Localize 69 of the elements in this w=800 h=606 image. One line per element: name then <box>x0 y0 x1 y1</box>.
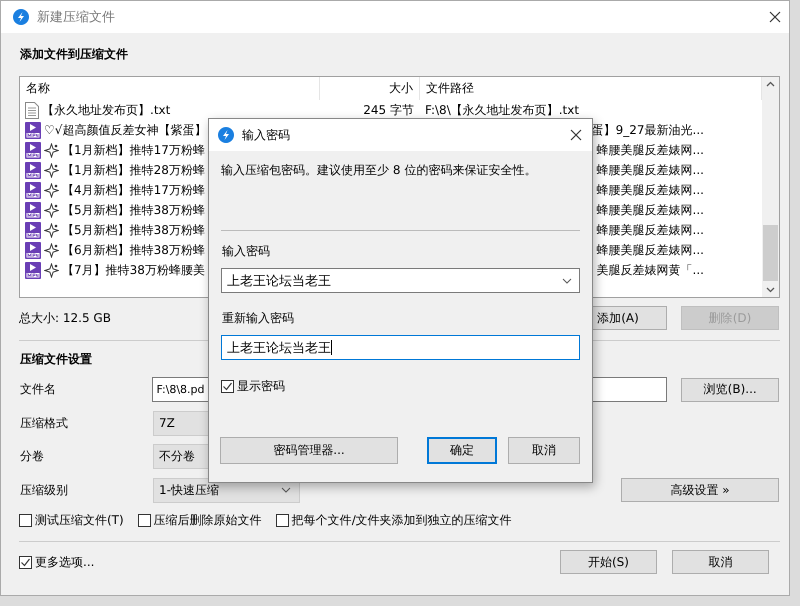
cancel-button[interactable]: 取消 <box>508 437 580 464</box>
field-label: 压缩级别 <box>19 482 69 498</box>
checkbox[interactable] <box>221 380 234 392</box>
close-icon[interactable] <box>570 129 582 141</box>
advanced-settings-button[interactable]: 高级设置 » <box>621 478 779 502</box>
file-name: 【7月】推特38万粉蜂腰美 <box>62 262 205 278</box>
checkbox-label: 测试压缩文件(T) <box>35 512 124 528</box>
window-title: 新建压缩文件 <box>37 9 115 26</box>
file-name: ♡√超高颜值反差女神【紫蛋】 <box>44 122 206 138</box>
file-path: 蜂腰美腿反差婊网... <box>596 202 704 218</box>
checkbox[interactable] <box>19 514 32 526</box>
file-name: 【5月新档】推特38万粉蜂 <box>62 222 205 238</box>
video-file-icon <box>25 142 41 158</box>
video-file-icon <box>25 162 41 178</box>
checkbox[interactable] <box>19 556 32 568</box>
file-path: 蜂腰美腿反差婊网... <box>596 142 704 158</box>
checkbox-label: 显示密码 <box>237 378 285 394</box>
file-name: 【5月新档】推特38万粉蜂 <box>62 202 205 218</box>
section-heading: 添加文件到压缩文件 <box>20 46 129 62</box>
checkbox-label: 压缩后删除原始文件 <box>154 512 262 528</box>
file-path: F:\8\【永久地址发布页】.txt <box>425 102 580 118</box>
confirm-password-field[interactable]: 上老王论坛当老王 <box>221 335 580 360</box>
dialog-button[interactable]: 取消 <box>672 550 769 574</box>
checkbox[interactable] <box>276 514 289 526</box>
file-size: 245 字节 <box>363 102 414 118</box>
app-logo-icon <box>218 127 234 143</box>
field-label: 文件名 <box>19 381 57 398</box>
scrollbar[interactable] <box>762 77 779 297</box>
video-file-icon <box>25 262 41 278</box>
dialog-title: 输入密码 <box>242 126 290 144</box>
instruction-text: 输入压缩包密码。建议使用至少 8 位的密码来保证安全性。 <box>221 162 538 178</box>
column-header[interactable]: 名称 <box>20 77 320 100</box>
file-name: 【1月新档】推特17万粉蜂 <box>62 142 205 158</box>
scroll-down-icon[interactable] <box>766 287 775 293</box>
file-path: 美腿反差婊网黄「... <box>596 262 704 278</box>
field-label: 输入密码 <box>222 243 271 259</box>
file-name: 【1月新档】推特28万粉蜂 <box>62 162 205 178</box>
file-name: 【6月新档】推特38万粉蜂 <box>62 242 205 258</box>
file-name: 【4月新档】推特17万粉蜂 <box>62 182 205 198</box>
checkbox-label: 把每个文件/文件夹添加到独立的压缩文件 <box>292 512 512 528</box>
column-header[interactable]: 大小 <box>320 77 420 100</box>
ok-button[interactable]: 确定 <box>427 437 497 464</box>
field-label: 分卷 <box>19 448 45 465</box>
checkbox[interactable] <box>138 514 151 526</box>
dialog-button[interactable]: 开始(S) <box>560 550 657 574</box>
browse-button[interactable]: 浏览(B)... <box>681 378 779 402</box>
file-path: 蜂腰美腿反差婊网... <box>596 222 704 238</box>
section-heading: 压缩文件设置 <box>20 351 93 367</box>
password-manager-button[interactable]: 密码管理器... <box>220 437 398 464</box>
file-path: 蜂腰美腿反差婊网... <box>596 162 704 178</box>
file-path: 蛋】9_27最新油光... <box>592 122 704 138</box>
file-path: 蜂腰美腿反差婊网... <box>596 182 704 198</box>
field-label: 压缩格式 <box>19 414 69 432</box>
close-icon[interactable] <box>769 11 781 23</box>
video-file-icon <box>25 182 41 198</box>
file-path: 蜂腰美腿反差婊网... <box>596 242 704 258</box>
video-file-icon <box>25 242 41 258</box>
file-name: 【永久地址发布页】.txt <box>42 102 170 118</box>
checkbox-label: 更多选项... <box>35 554 94 570</box>
field-label: 重新输入密码 <box>222 310 295 326</box>
video-file-icon <box>25 222 41 238</box>
total-size: 总大小: 12.5 GB <box>19 310 111 326</box>
app-logo-icon <box>13 9 29 25</box>
password-field[interactable]: 上老王论坛当老王 <box>221 268 580 293</box>
video-file-icon <box>25 202 41 218</box>
text-file-icon <box>25 102 39 118</box>
scroll-up-icon[interactable] <box>766 81 775 87</box>
scrollbar-thumb[interactable] <box>763 225 778 281</box>
video-file-icon <box>25 122 41 138</box>
